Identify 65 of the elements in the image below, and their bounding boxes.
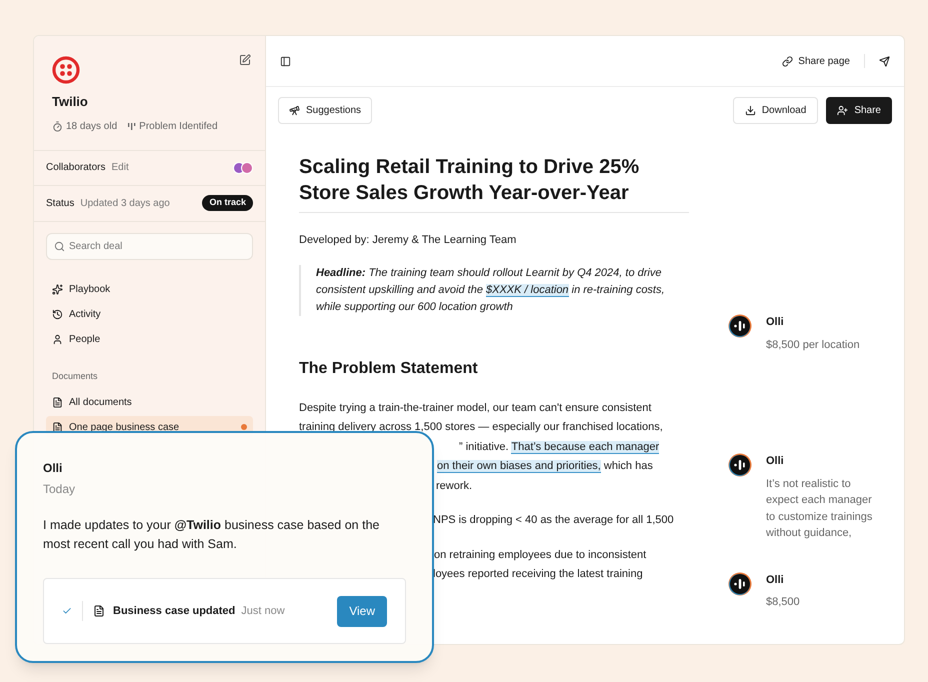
timer-icon (52, 120, 63, 132)
history-icon (52, 308, 63, 320)
share-button[interactable]: Share (826, 97, 892, 124)
comment-text: It’s not realistic to expect each manager to customize trainings without guidance, (766, 476, 874, 541)
event-title: Business case updated (113, 604, 236, 619)
telescope-icon (289, 105, 300, 116)
document-icon (52, 422, 63, 432)
paragraph-line: on retraining employees due to inconsistent (434, 548, 646, 562)
paragraph-line: ” initiative. That’s because each manager (459, 440, 660, 456)
paragraph-line: on their own biases and priorities, which has (437, 459, 653, 475)
collaborators-label: Collaborators (46, 161, 106, 175)
collaborator-avatar (241, 162, 253, 174)
document-title: Scaling Retail Training to Drive 25% Store Sales Growth Year-over-Year (299, 154, 689, 213)
section-heading: The Problem Statement (299, 358, 479, 378)
share-page-button[interactable]: Share page (782, 54, 850, 68)
comment-author: Olli (766, 315, 785, 330)
avatar-icon (728, 572, 752, 596)
comment-author: Olli (766, 572, 785, 588)
edit-icon (239, 54, 251, 66)
avatar-icon (728, 453, 752, 477)
document-item[interactable]: All documents (46, 391, 253, 413)
documents-heading: Documents (51, 370, 99, 382)
person-icon (52, 334, 63, 344)
paragraph-line: Despite trying a train-the-trainer model, our team can't ensure consistent (299, 400, 652, 416)
status-updated: Updated 3 days ago (80, 196, 170, 210)
deal-stage: Problem Identifed (139, 120, 218, 134)
search-icon (54, 240, 65, 252)
download-button[interactable]: Download (732, 97, 818, 124)
notification-time: Today (43, 481, 76, 498)
headline-quote: Headline: The training team should rollout Learnit by Q4 2024, to drive consistent upskilling and avoid the $XXXK / location in re-training costs, while supporting our 600 location growth (299, 264, 689, 316)
download-icon (744, 105, 756, 116)
send-icon (879, 56, 890, 66)
deal-age: 18 days old (66, 120, 118, 134)
notification-author: Olli (43, 460, 64, 477)
logo-icon (52, 56, 80, 84)
comment-text: $8,500 (766, 595, 800, 610)
search-field[interactable]: Search deal (46, 232, 253, 260)
view-button[interactable]: View (337, 596, 387, 626)
comment-author: Olli (766, 454, 785, 469)
sidebar-toggle-icon (280, 56, 291, 66)
paragraph-line: rework. (436, 478, 472, 494)
status-label: Status (46, 196, 74, 210)
nav-item[interactable]: Playbook (46, 280, 253, 298)
status-badge: On track (202, 195, 253, 211)
paragraph-line: training delivery across 1,500 stores — especially our franchised locations, (299, 420, 663, 435)
document-author: Developed by: Jeremy & The Learning Team (299, 233, 518, 248)
avatar-icon (728, 314, 752, 338)
event-time: Just now (241, 604, 285, 619)
edit-button[interactable] (239, 54, 251, 66)
nav-item[interactable]: Activity (46, 304, 253, 324)
sparkles-icon (52, 284, 63, 294)
suggestions-button[interactable]: Suggestions (278, 97, 372, 124)
document-icon (93, 605, 105, 617)
add-user-icon (837, 105, 848, 116)
send-button[interactable] (879, 56, 890, 66)
bar-chart-icon (127, 122, 136, 130)
comment-text: $8,500 per location (766, 338, 860, 352)
paragraph-line: NPS is dropping < 40 as the average for all 1,500 (433, 513, 674, 528)
deal-name: Twilio (52, 93, 89, 111)
notification-message: I made updates to your @Twilio business case based on the most recent call you had with Sam. (43, 517, 380, 553)
document-icon (52, 396, 63, 408)
link-icon (782, 56, 794, 66)
nav-item[interactable]: People (46, 330, 253, 348)
edit-link[interactable]: Edit (111, 160, 129, 175)
collapse-sidebar-button[interactable] (280, 56, 291, 66)
